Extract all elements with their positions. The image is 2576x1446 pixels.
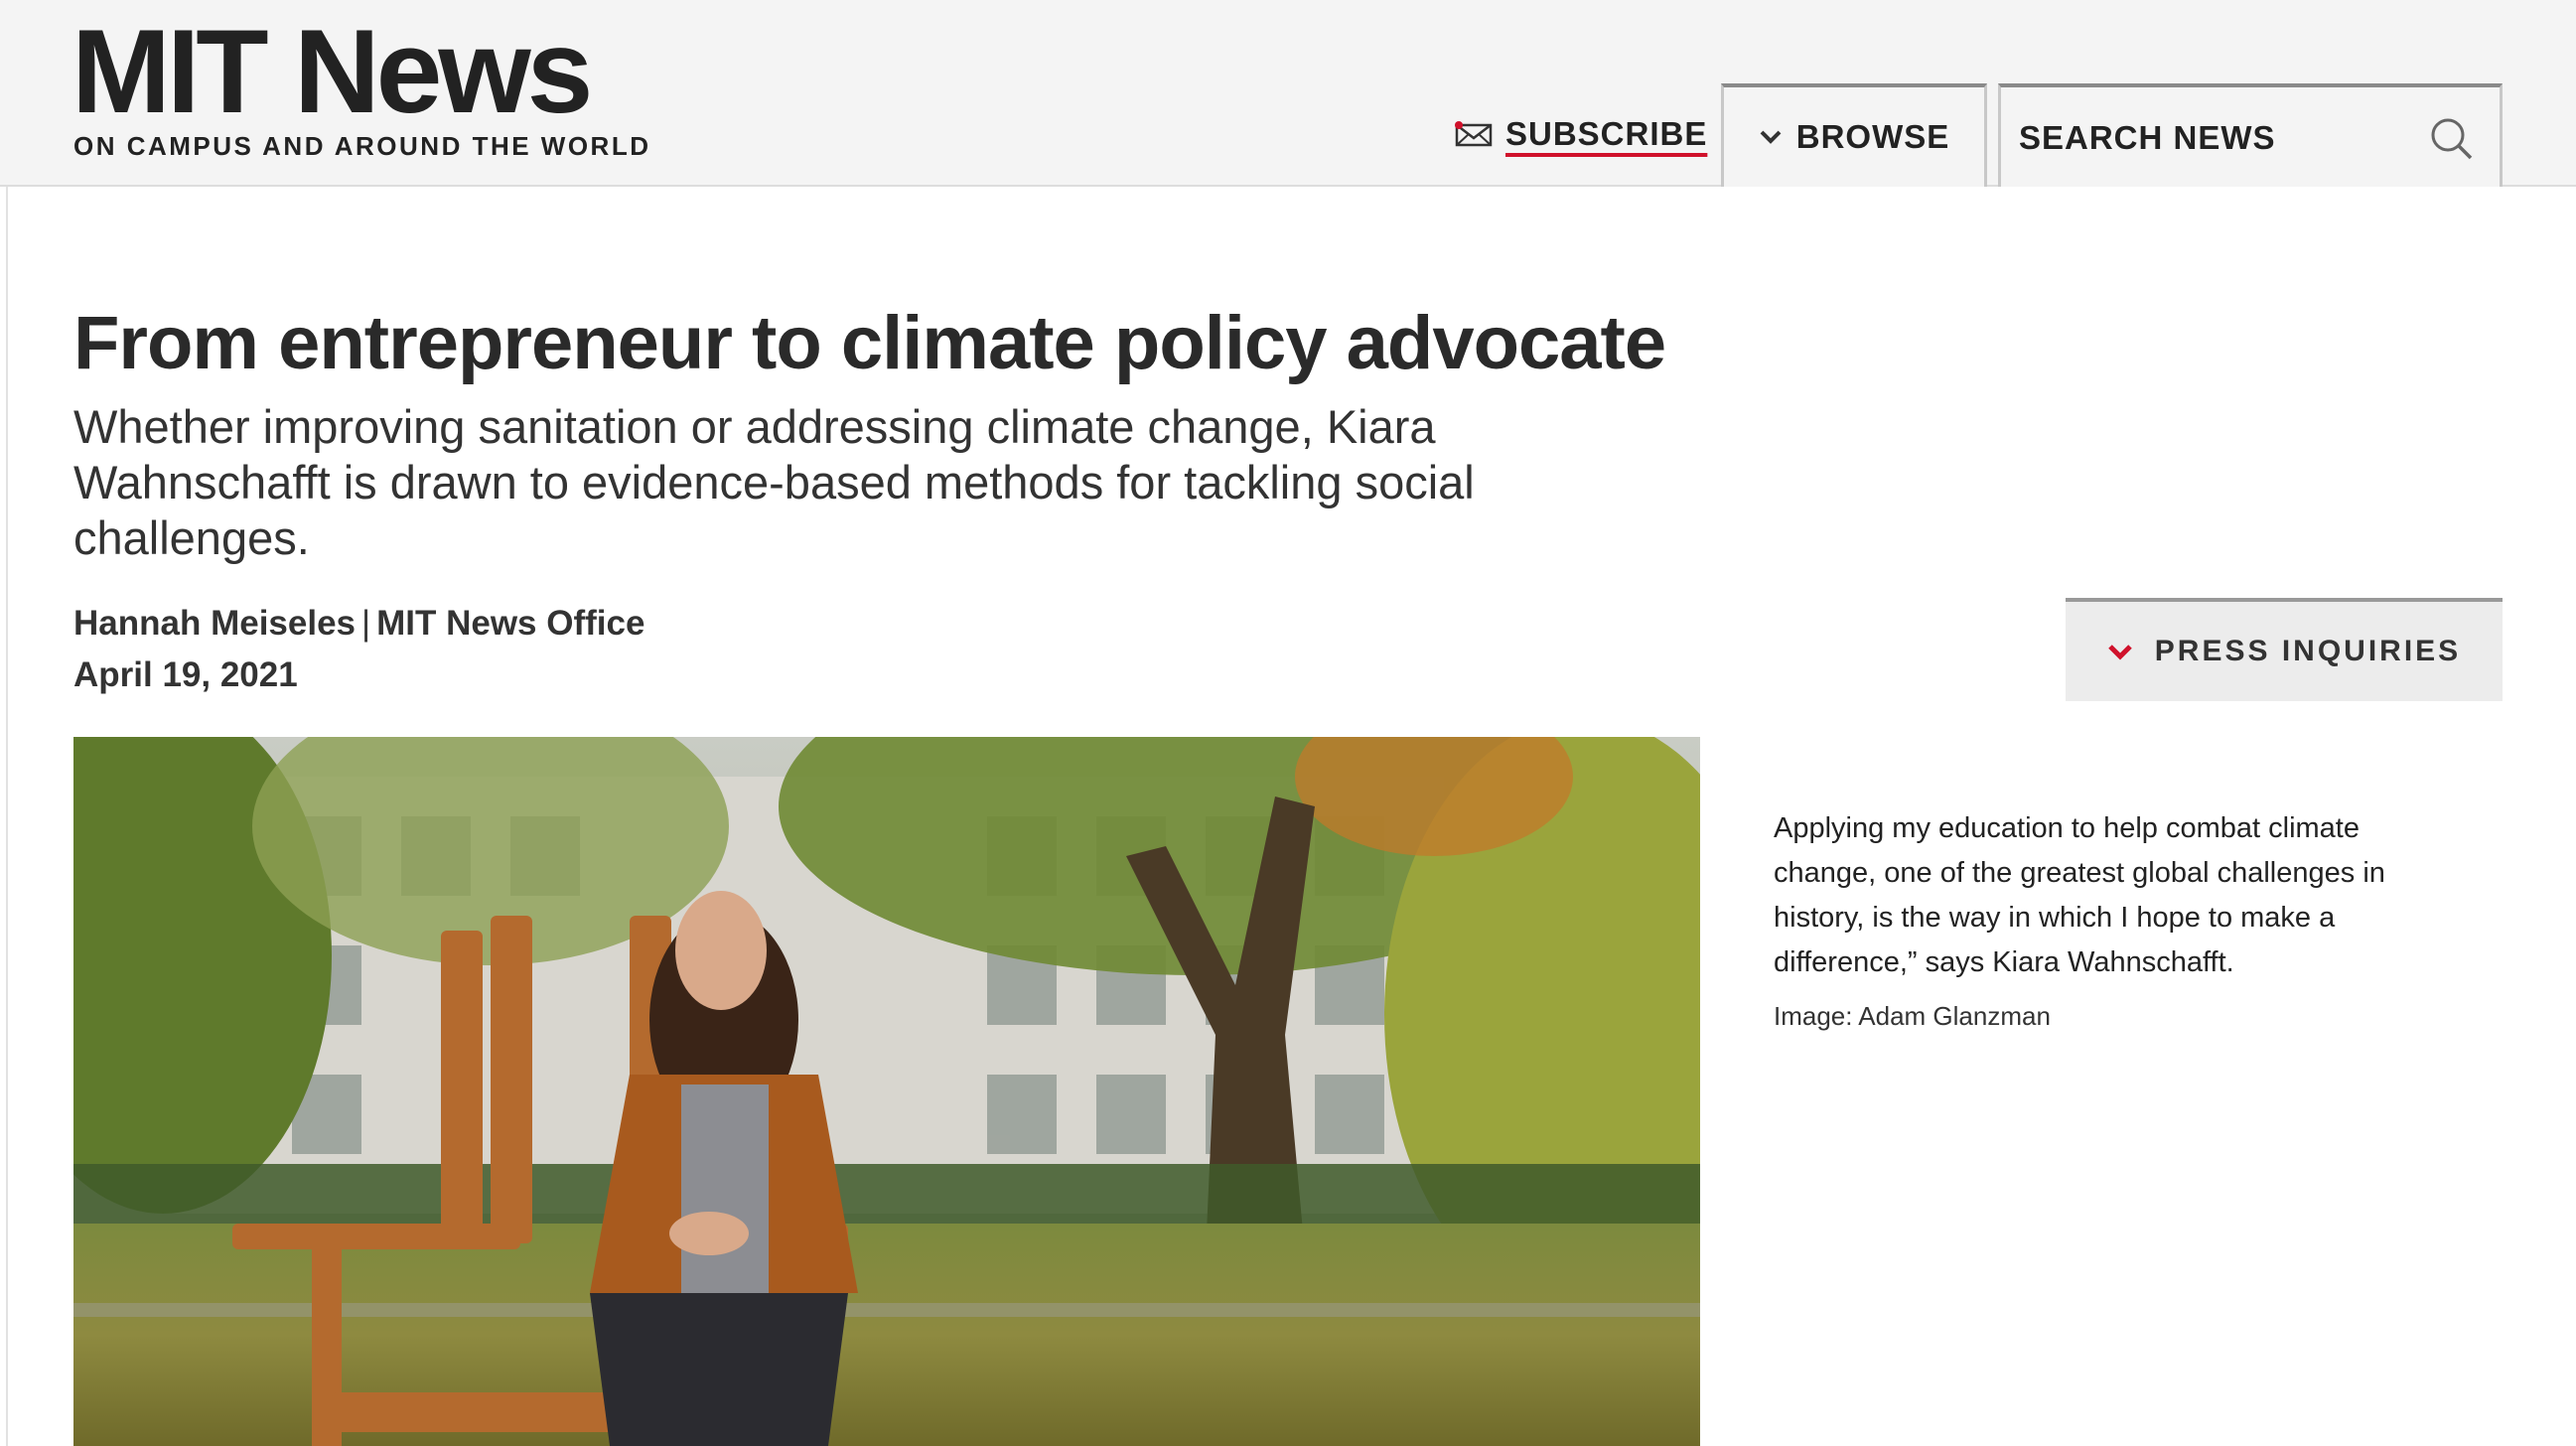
author-name[interactable]: Hannah Meiseles bbox=[73, 604, 356, 643]
article-photo[interactable] bbox=[73, 737, 1700, 1446]
site-header: MIT News ON CAMPUS AND AROUND THE WORLD … bbox=[0, 0, 2576, 187]
article-dek: Whether improving sanitation or addressi… bbox=[73, 400, 1475, 564]
page: MIT News ON CAMPUS AND AROUND THE WORLD … bbox=[0, 0, 2576, 1446]
browse-button[interactable]: BROWSE bbox=[1721, 83, 1987, 187]
image-credit: Image: Adam Glanzman bbox=[1774, 1001, 2051, 1031]
subscribe-label: SUBSCRIBE bbox=[1505, 115, 1708, 152]
chevron-down-icon bbox=[1760, 130, 1782, 144]
byline-separator: | bbox=[361, 604, 371, 643]
browse-label: BROWSE bbox=[1795, 118, 1950, 155]
image-caption: Applying my education to help combat cli… bbox=[1774, 812, 2385, 978]
author-office[interactable]: MIT News Office bbox=[376, 604, 644, 643]
article-title: From entrepreneur to climate policy advo… bbox=[73, 301, 1666, 385]
byline: Hannah Meiseles | MIT News Office bbox=[73, 604, 644, 644]
chevron-down-icon bbox=[2108, 645, 2132, 660]
subscribe-link[interactable]: SUBSCRIBE bbox=[1454, 115, 1707, 153]
site-tagline: ON CAMPUS AND AROUND THE WORLD bbox=[73, 131, 651, 161]
page-left-rule bbox=[6, 187, 8, 1446]
search-icon[interactable] bbox=[2428, 115, 2474, 161]
site-logo[interactable]: MIT News bbox=[72, 12, 593, 131]
press-inquiries-button[interactable]: PRESS INQUIRIES bbox=[2066, 598, 2503, 701]
mail-icon bbox=[1455, 121, 1493, 147]
search-label: SEARCH NEWS bbox=[2019, 119, 2276, 156]
press-inquiries-label: PRESS INQUIRIES bbox=[2154, 635, 2462, 667]
publish-date: April 19, 2021 bbox=[73, 655, 298, 694]
search-box[interactable]: SEARCH NEWS bbox=[1998, 83, 2503, 187]
